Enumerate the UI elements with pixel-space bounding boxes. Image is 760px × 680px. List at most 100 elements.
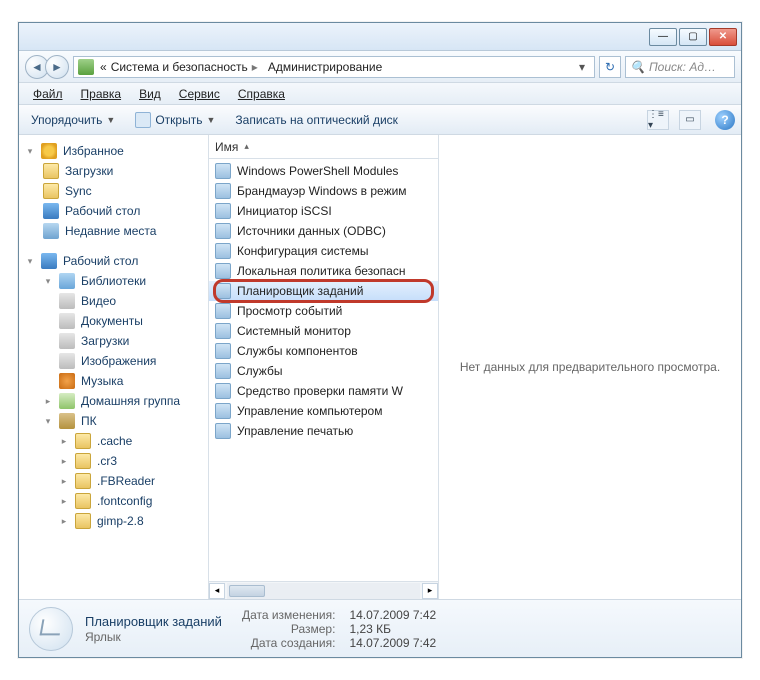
shortcut-icon xyxy=(215,403,231,419)
crumb-label: Администрирование xyxy=(268,60,382,74)
close-button[interactable]: ✕ xyxy=(709,28,737,46)
breadcrumb[interactable]: « Система и безопасность ▸ Администриров… xyxy=(73,56,595,78)
file-item[interactable]: Windows PowerShell Modules xyxy=(209,161,438,181)
sidebar-recent[interactable]: Недавние места xyxy=(19,221,208,241)
file-item[interactable]: Конфигурация системы xyxy=(209,241,438,261)
menu-view[interactable]: Вид xyxy=(131,85,169,103)
file-item[interactable]: Источники данных (ODBC) xyxy=(209,221,438,241)
file-item-label: Windows PowerShell Modules xyxy=(237,164,398,178)
shortcut-icon xyxy=(215,383,231,399)
horizontal-scrollbar[interactable]: ◂ ▸ xyxy=(209,581,438,599)
sidebar-desktop-root[interactable]: ▾Рабочий стол xyxy=(19,251,208,271)
folder-icon xyxy=(75,493,91,509)
shortcut-icon xyxy=(215,283,231,299)
minimize-button[interactable]: — xyxy=(649,28,677,46)
open-icon xyxy=(135,112,151,128)
file-item[interactable]: Локальная политика безопасн xyxy=(209,261,438,281)
forward-button[interactable]: ► xyxy=(45,55,69,79)
help-button[interactable]: ? xyxy=(715,110,735,130)
open-button[interactable]: Открыть▼ xyxy=(129,110,221,130)
desktop-icon xyxy=(43,203,59,219)
sidebar-sync[interactable]: Sync xyxy=(19,181,208,201)
shortcut-icon xyxy=(215,163,231,179)
pc-icon xyxy=(59,413,75,429)
shortcut-icon xyxy=(215,323,231,339)
sidebar-gimp[interactable]: ▸gimp-2.8 xyxy=(19,511,208,531)
breadcrumb-dropdown[interactable]: ▾ xyxy=(574,60,590,74)
preview-pane-button[interactable]: ▭ xyxy=(679,110,701,130)
file-item-label: Инициатор iSCSI xyxy=(237,204,332,218)
column-header-name[interactable]: Имя ▴ xyxy=(209,135,438,159)
view-mode-button[interactable]: ⋮≡ ▾ xyxy=(647,110,669,130)
details-type: Ярлык xyxy=(85,630,222,644)
sidebar-homegroup[interactable]: ▸Домашняя группа xyxy=(19,391,208,411)
search-placeholder: Поиск: Ад… xyxy=(649,60,716,74)
shortcut-icon xyxy=(215,343,231,359)
sidebar-favorites[interactable]: ▾Избранное xyxy=(19,141,208,161)
folder-icon xyxy=(59,333,75,349)
file-item[interactable]: Службы xyxy=(209,361,438,381)
sidebar-fbreader[interactable]: ▸.FBReader xyxy=(19,471,208,491)
shortcut-icon xyxy=(215,203,231,219)
sidebar-cache[interactable]: ▸.cache xyxy=(19,431,208,451)
sidebar-downloads2[interactable]: Загрузки xyxy=(19,331,208,351)
file-item-label: Средство проверки памяти W xyxy=(237,384,403,398)
navigation-pane[interactable]: ▾Избранное Загрузки Sync Рабочий стол Не… xyxy=(19,135,209,599)
sidebar-music[interactable]: Музыка xyxy=(19,371,208,391)
file-item[interactable]: Брандмауэр Windows в режим xyxy=(209,181,438,201)
burn-button[interactable]: Записать на оптический диск xyxy=(229,111,404,129)
sidebar-pc[interactable]: ▾ПК xyxy=(19,411,208,431)
explorer-window: — ▢ ✕ ◄ ► « Система и безопасность ▸ Адм… xyxy=(18,22,742,658)
file-item[interactable]: Средство проверки памяти W xyxy=(209,381,438,401)
sidebar-video[interactable]: Видео xyxy=(19,291,208,311)
sidebar-desktop[interactable]: Рабочий стол xyxy=(19,201,208,221)
crumb-current[interactable]: Администрирование xyxy=(264,60,386,74)
organize-button[interactable]: Упорядочить▼ xyxy=(25,111,121,129)
sidebar-fontconfig[interactable]: ▸.fontconfig xyxy=(19,491,208,511)
file-item-label: Конфигурация системы xyxy=(237,244,368,258)
address-bar: ◄ ► « Система и безопасность ▸ Администр… xyxy=(19,51,741,83)
sidebar-libraries[interactable]: ▾Библиотеки xyxy=(19,271,208,291)
scroll-right-button[interactable]: ▸ xyxy=(422,583,438,599)
file-item[interactable]: Управление печатью xyxy=(209,421,438,441)
video-icon xyxy=(59,293,75,309)
search-input[interactable]: 🔍 Поиск: Ад… xyxy=(625,56,735,78)
sort-indicator-icon: ▴ xyxy=(244,141,249,152)
file-item-label: Брандмауэр Windows в режим xyxy=(237,184,407,198)
preview-empty-text: Нет данных для предварительного просмотр… xyxy=(460,360,720,374)
scroll-thumb[interactable] xyxy=(229,585,265,597)
shortcut-icon xyxy=(215,183,231,199)
folder-icon xyxy=(75,513,91,529)
libraries-icon xyxy=(59,273,75,289)
preview-pane: Нет данных для предварительного просмотр… xyxy=(439,135,741,599)
crumb-root[interactable]: « Система и безопасность ▸ xyxy=(96,60,262,74)
scroll-track[interactable] xyxy=(227,583,420,599)
file-item[interactable]: Службы компонентов xyxy=(209,341,438,361)
file-item-label: Источники данных (ODBC) xyxy=(237,224,386,238)
folder-icon xyxy=(43,163,59,179)
details-modified-value: 14.07.2009 7:42 xyxy=(349,608,436,622)
menu-edit[interactable]: Правка xyxy=(73,85,130,103)
shortcut-icon xyxy=(215,363,231,379)
sidebar-pictures[interactable]: Изображения xyxy=(19,351,208,371)
details-pane: Планировщик заданий Ярлык Дата изменения… xyxy=(19,599,741,657)
titlebar: — ▢ ✕ xyxy=(19,23,741,51)
refresh-button[interactable]: ↻ xyxy=(599,56,621,78)
file-item[interactable]: Системный монитор xyxy=(209,321,438,341)
sidebar-cr3[interactable]: ▸.cr3 xyxy=(19,451,208,471)
folder-icon xyxy=(75,433,91,449)
file-item[interactable]: Планировщик заданий xyxy=(209,281,438,301)
homegroup-icon xyxy=(59,393,75,409)
file-item-label: Управление печатью xyxy=(237,424,353,438)
file-item[interactable]: Просмотр событий xyxy=(209,301,438,321)
crumb-label: Система и безопасность xyxy=(111,60,248,74)
menu-help[interactable]: Справка xyxy=(230,85,293,103)
menu-tools[interactable]: Сервис xyxy=(171,85,228,103)
sidebar-documents[interactable]: Документы xyxy=(19,311,208,331)
maximize-button[interactable]: ▢ xyxy=(679,28,707,46)
file-item[interactable]: Управление компьютером xyxy=(209,401,438,421)
file-item[interactable]: Инициатор iSCSI xyxy=(209,201,438,221)
sidebar-downloads[interactable]: Загрузки xyxy=(19,161,208,181)
scroll-left-button[interactable]: ◂ xyxy=(209,583,225,599)
menu-file[interactable]: Файл xyxy=(25,85,71,103)
